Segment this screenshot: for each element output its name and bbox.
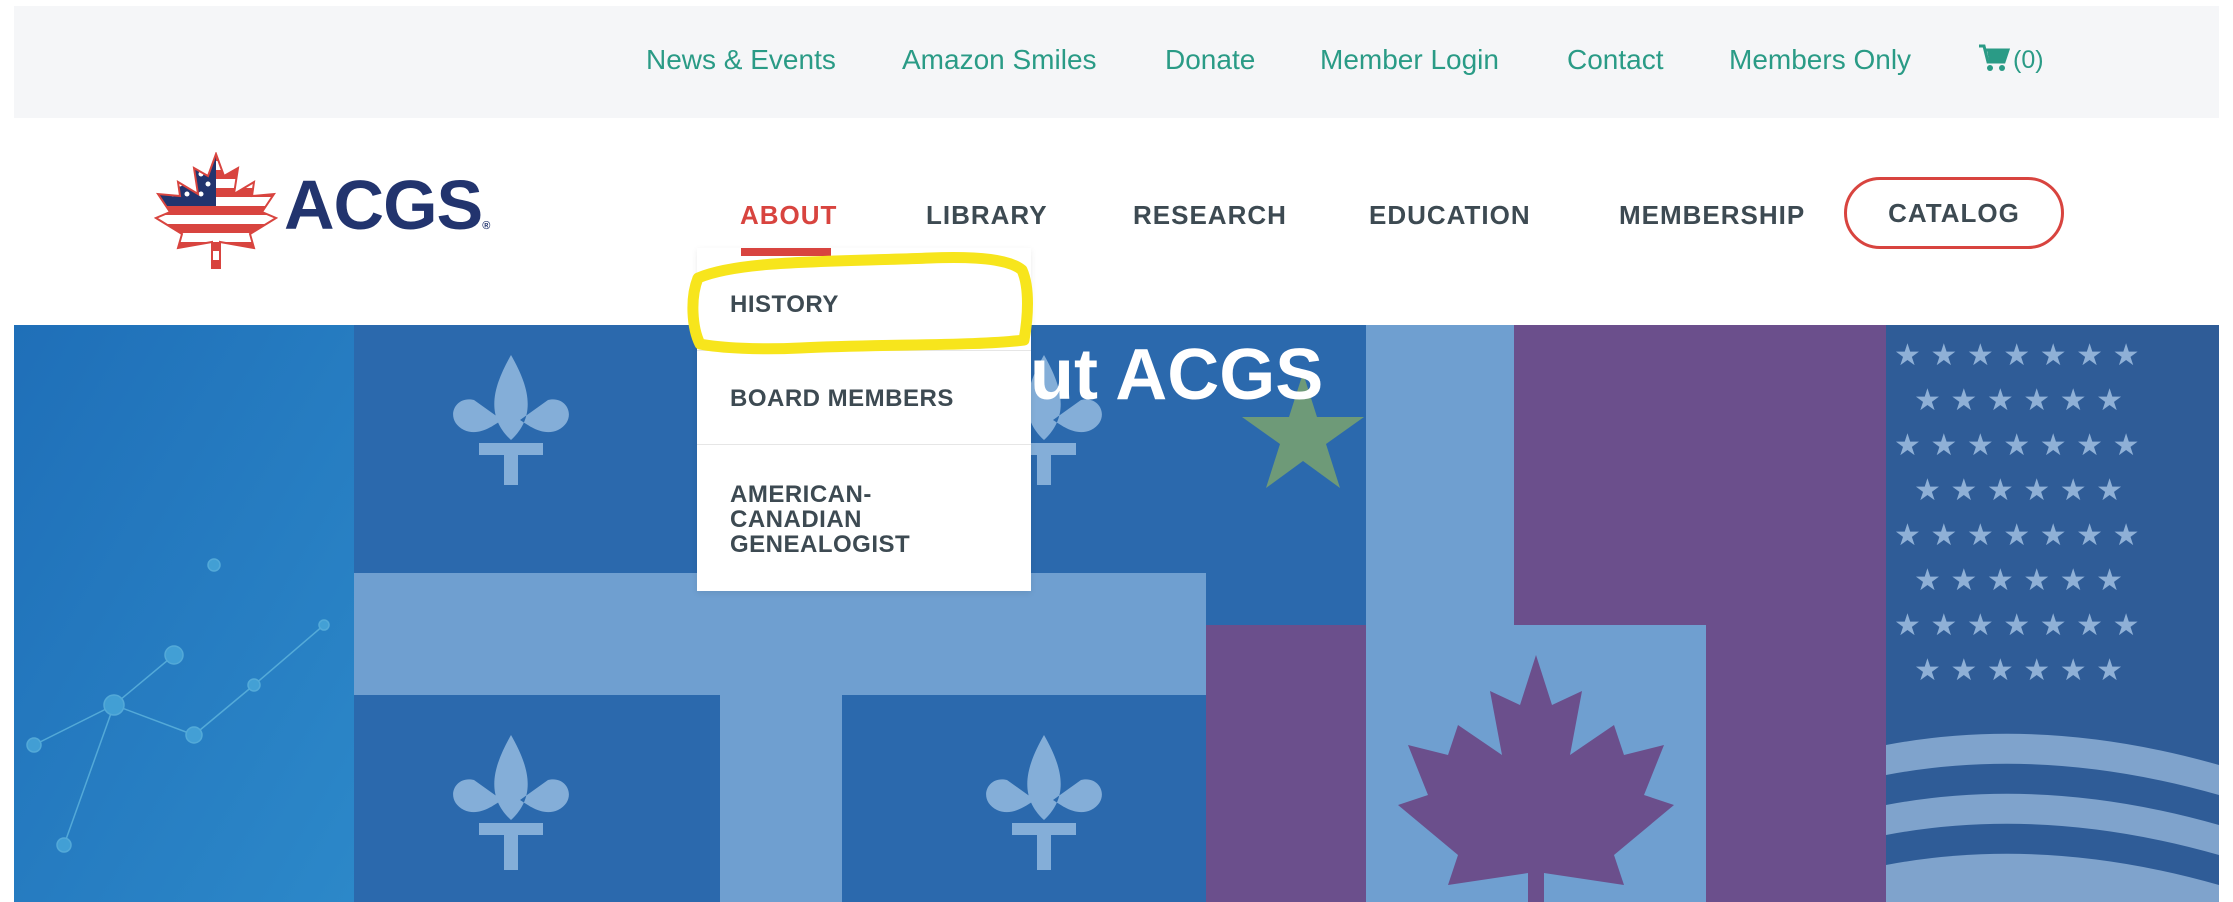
utility-link-member-login[interactable]: Member Login (1320, 44, 1499, 76)
page-title: ut ACGS (1030, 335, 1324, 415)
dropdown-item-american-canadian-genealogist[interactable]: AMERICAN- CANADIAN GENEALOGIST (730, 482, 910, 557)
maple-leaf-flag-icon (153, 151, 279, 269)
svg-text:★ ★ ★ ★ ★ ★: ★ ★ ★ ★ ★ ★ (1914, 383, 2123, 418)
utility-link-contact[interactable]: Contact (1567, 44, 1664, 76)
dropdown-item-board-members[interactable]: BOARD MEMBERS (730, 386, 954, 412)
nav-research[interactable]: RESEARCH (1133, 200, 1287, 230)
utility-link-members-only[interactable]: Members Only (1729, 44, 1911, 76)
logo-text: ACGS (284, 166, 483, 244)
utility-link-news-events[interactable]: News & Events (646, 44, 836, 76)
nav-education[interactable]: EDUCATION (1369, 200, 1531, 230)
svg-text:★ ★ ★ ★ ★ ★: ★ ★ ★ ★ ★ ★ (1914, 653, 2123, 688)
dropdown-divider (697, 444, 1031, 445)
nav-library[interactable]: LIBRARY (926, 200, 1048, 230)
highlight-annotation (687, 252, 1033, 355)
acgs-logo[interactable]: ACGS® (153, 151, 506, 272)
utility-link-amazon-smiles[interactable]: Amazon Smiles (902, 44, 1097, 76)
nav-membership[interactable]: MEMBERSHIP (1619, 200, 1805, 230)
svg-text:★ ★ ★ ★ ★ ★ ★: ★ ★ ★ ★ ★ ★ ★ (1894, 518, 2139, 553)
svg-text:★ ★ ★ ★ ★ ★: ★ ★ ★ ★ ★ ★ (1914, 563, 2123, 598)
catalog-button[interactable]: CATALOG (1844, 177, 2064, 249)
svg-text:★ ★ ★ ★ ★ ★ ★: ★ ★ ★ ★ ★ ★ ★ (1894, 428, 2139, 463)
svg-text:★ ★ ★ ★ ★ ★ ★: ★ ★ ★ ★ ★ ★ ★ (1894, 608, 2139, 643)
cart-icon (1978, 44, 2011, 77)
nav-about[interactable]: ABOUT (740, 200, 837, 230)
cart-link[interactable]: (0) (1978, 44, 2044, 77)
svg-text:★ ★ ★ ★ ★ ★: ★ ★ ★ ★ ★ ★ (1914, 473, 2123, 508)
cart-count: (0) (2013, 46, 2044, 74)
utility-link-donate[interactable]: Donate (1165, 44, 1255, 76)
svg-text:★ ★ ★ ★ ★ ★ ★: ★ ★ ★ ★ ★ ★ ★ (1894, 338, 2139, 373)
registered-mark: ® (482, 220, 490, 232)
